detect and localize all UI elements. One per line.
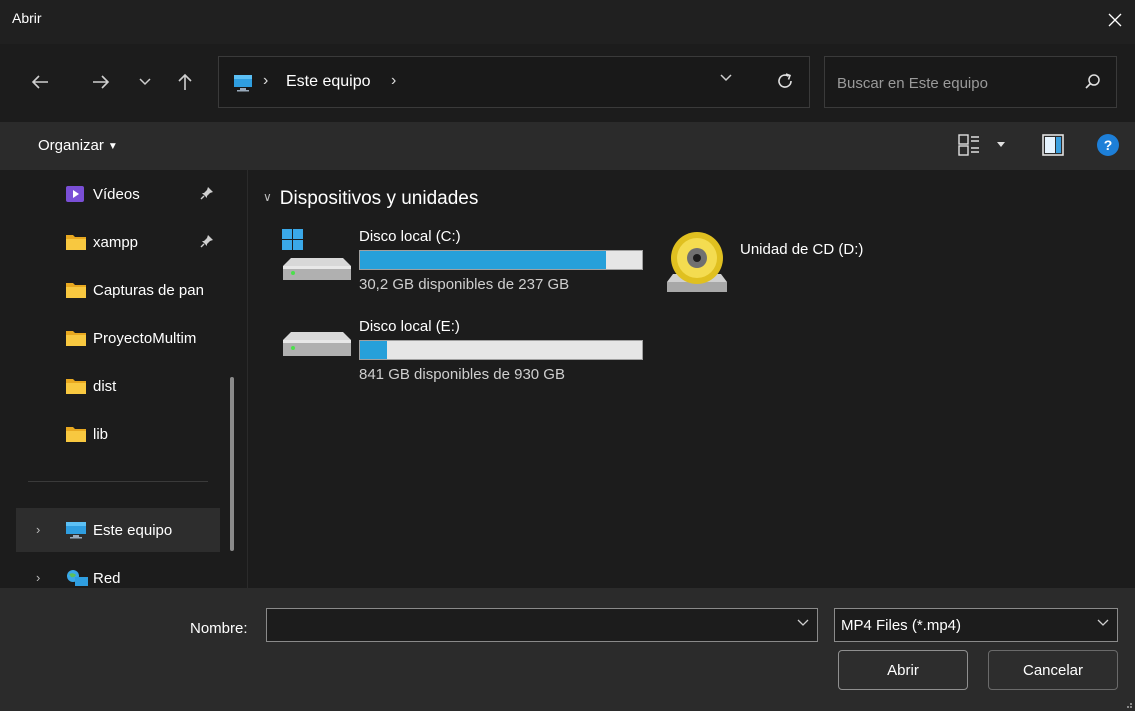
file-type-select[interactable]: MP4 Files (*.mp4) [834,608,1118,642]
sidebar-item-label: dist [93,378,117,395]
file-name-combobox[interactable] [266,608,818,642]
search-icon[interactable] [1084,73,1102,91]
search-box[interactable] [824,56,1117,108]
caret-down-icon: ▼ [107,141,118,152]
chevron-down-icon [139,78,151,86]
sidebar-divider [28,481,208,482]
network-icon [67,570,88,586]
recent-locations-button[interactable] [129,62,161,102]
window-title: Abrir [12,10,42,26]
search-input[interactable] [837,73,1067,93]
drive-c[interactable]: Disco local (C:) 30,2 GB disponibles de … [249,228,649,298]
sidebar-item-label: Red [93,570,121,587]
title-bar: Abrir [0,0,1135,44]
sidebar-item-videos[interactable]: Vídeos [16,172,220,216]
sidebar-scrollbar[interactable] [230,377,234,551]
sidebar-item-this-pc[interactable]: › Este equipo [16,508,220,552]
open-button[interactable]: Abrir [838,650,968,690]
section-header-devices[interactable]: ∨ Dispositivos y unidades [263,188,478,210]
forward-button[interactable] [85,62,117,102]
drive-name: Disco local (C:) [359,228,461,245]
folder-icon [66,283,86,298]
this-pc-icon [66,522,86,539]
preview-pane-icon[interactable] [1042,134,1064,156]
sidebar-item-lib[interactable]: lib [16,412,220,456]
organize-menu-button[interactable]: Organizar ▼ [38,137,118,154]
drive-usage-fill [360,341,388,359]
section-title: Dispositivos y unidades [279,188,479,209]
folder-icon [66,379,86,394]
organize-label: Organizar [38,137,104,154]
drive-name: Disco local (E:) [359,318,460,335]
breadcrumb-this-pc[interactable]: Este equipo [286,73,371,91]
cancel-button[interactable]: Cancelar [988,650,1118,690]
drive-usage-bar [359,340,643,360]
sidebar-item-label: Este equipo [93,522,173,539]
address-bar[interactable]: › Este equipo › [218,56,810,108]
help-button[interactable]: ? [1097,134,1119,156]
file-type-value: MP4 Files (*.mp4) [841,617,962,634]
sidebar-item-label: ProyectoMultim [93,330,197,347]
drive-e[interactable]: Disco local (E:) 841 GB disponibles de 9… [249,318,649,388]
chevron-right-icon[interactable]: › [36,570,40,585]
close-button[interactable] [1101,6,1129,34]
chevron-down-icon: ∨ [263,190,272,204]
file-name-input[interactable] [273,615,773,635]
back-button[interactable] [24,62,56,102]
sidebar-item-proyecto[interactable]: ProyectoMultim [16,316,220,360]
help-icon: ? [1103,137,1113,153]
drive-usage-fill [360,251,607,269]
drive-free-space: 30,2 GB disponibles de 237 GB [359,276,570,293]
sidebar-item-capturas[interactable]: Capturas de pan [16,268,220,312]
sidebar-item-network[interactable]: › Red [16,556,220,588]
sidebar-item-label: lib [93,426,109,443]
arrow-up-icon [178,73,192,90]
sidebar-item-dist[interactable]: dist [16,364,220,408]
this-pc-icon [234,75,252,92]
file-list-area: ∨ Dispositivos y unidades Disco local (C:… [249,170,1135,588]
chevron-down-icon[interactable] [797,619,809,627]
arrow-left-icon [31,75,48,89]
drive-cd[interactable] [663,228,923,298]
videos-folder-icon [66,186,84,202]
file-name-label: Nombre: [190,620,248,637]
folder-icon [66,235,86,250]
folder-icon [66,331,86,346]
pin-icon[interactable] [200,186,214,200]
pin-icon[interactable] [200,234,214,248]
drive-icon [283,332,351,356]
breadcrumb-separator[interactable]: › [391,72,396,90]
windows-drive-icon [282,229,351,280]
refresh-icon[interactable] [775,71,795,91]
breadcrumb-separator: › [263,72,269,89]
up-button[interactable] [169,62,201,102]
navigation-pane: Vídeos xampp Capturas de pan ProyectoMul… [0,170,248,588]
dialog-footer: Nombre: MP4 Files (*.mp4) Abrir Cancelar [0,588,1135,711]
view-options-icon[interactable] [958,134,980,156]
arrow-right-icon [93,75,110,89]
open-file-dialog: Abrir › Este equipo › Buscar en Este equ… [0,0,1135,711]
resize-grip-icon[interactable] [1124,700,1132,708]
chevron-right-icon[interactable]: › [36,522,40,537]
sidebar-item-label: Capturas de pan [93,282,204,299]
folder-icon [66,427,86,442]
caret-down-icon[interactable] [996,141,1006,149]
cd-drive-name[interactable]: Unidad de CD (D:) [740,241,863,258]
chevron-down-icon[interactable] [719,73,733,83]
cd-drive-icon [667,232,727,292]
command-bar: Organizar ▼ ? [0,122,1135,170]
chevron-down-icon [1097,619,1109,626]
close-icon [1108,13,1122,27]
drive-free-space: 841 GB disponibles de 930 GB [359,366,565,383]
drive-usage-bar [359,250,643,270]
sidebar-item-xampp[interactable]: xampp [16,220,220,264]
